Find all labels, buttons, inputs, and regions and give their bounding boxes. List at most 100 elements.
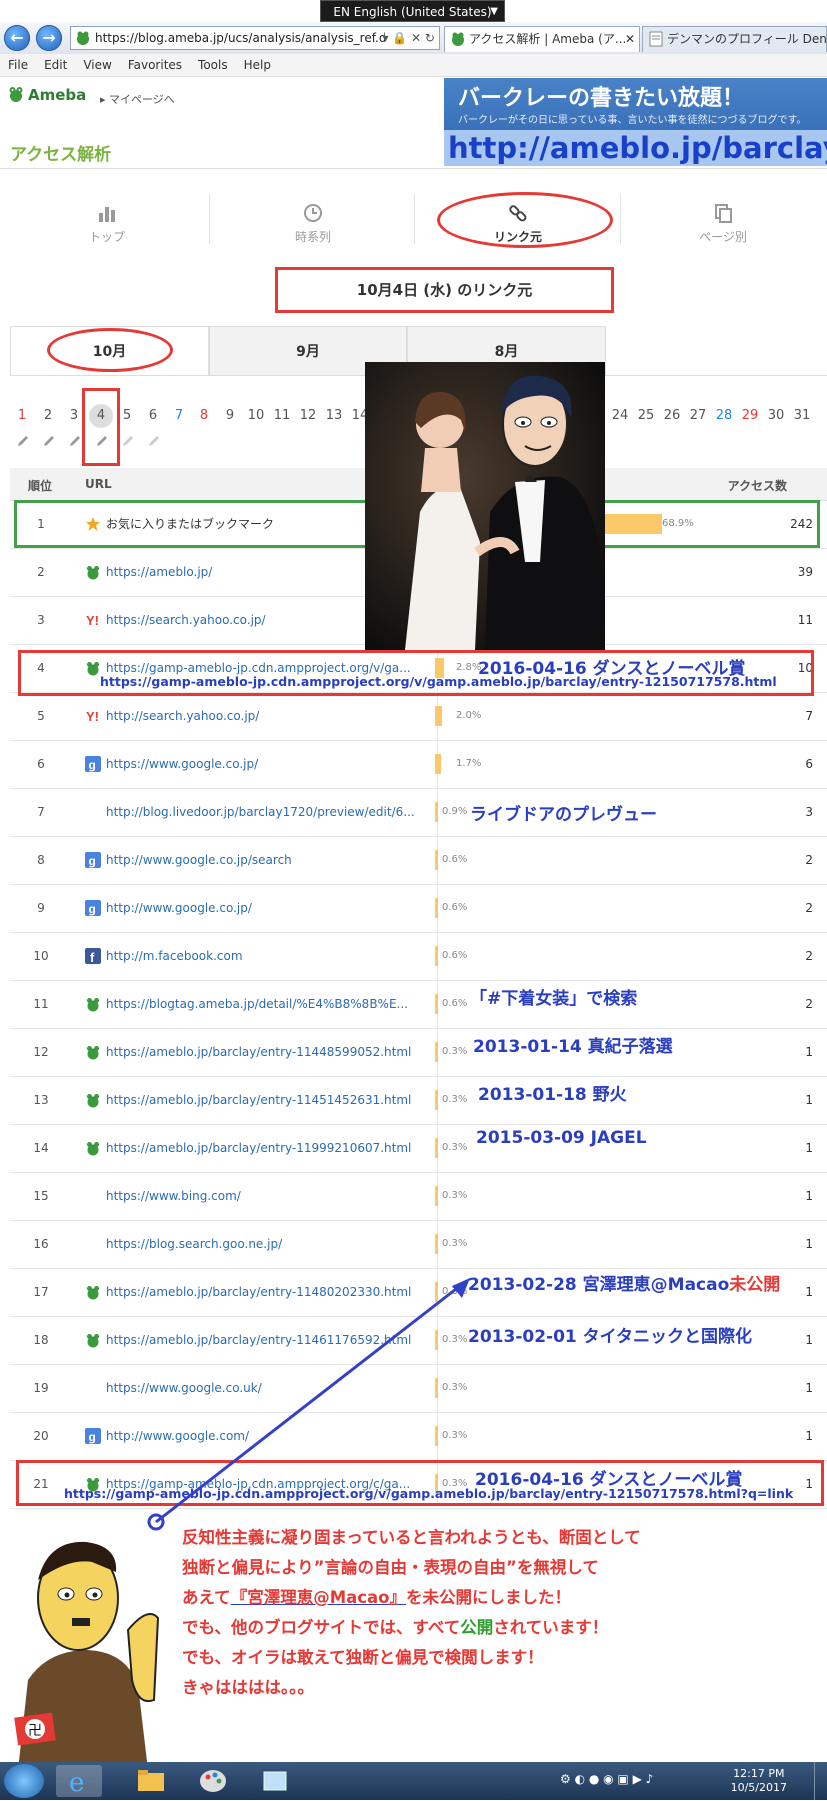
forward-button[interactable]: → (36, 25, 62, 51)
start-button[interactable] (4, 1764, 44, 1798)
row-count: 2 (805, 853, 813, 867)
window-taskbar-icon[interactable] (252, 1765, 298, 1797)
day-9[interactable]: 9 (218, 408, 242, 423)
dropdown-arrow-icon[interactable]: ▼ (490, 1, 498, 23)
table-row: 14 https://ameblo.jp/barclay/entry-119992… (10, 1124, 827, 1173)
address-url[interactable]: https://blog.ameba.jp/ucs/analysis/analy… (95, 27, 385, 49)
nav-top[interactable]: トップ (4, 198, 210, 246)
address-bar[interactable]: https://blog.ameba.jp/ucs/analysis/analy… (70, 26, 440, 50)
window-icon (263, 1771, 287, 1791)
nav-timeseries[interactable]: 時系列 (210, 198, 416, 246)
day-26[interactable]: 26 (660, 408, 684, 423)
menu-help[interactable]: Help (236, 54, 279, 76)
row-url[interactable]: https://ameblo.jp/barclay/entry-11999210… (106, 1124, 426, 1172)
nav-label: 時系列 (294, 230, 331, 244)
clock[interactable]: 12:17 PM 10/5/2017 (731, 1767, 787, 1795)
row-url[interactable]: http://search.yahoo.co.jp/ (106, 692, 426, 740)
mypage-label: マイページへ (109, 93, 175, 106)
table-row: 7 http://blog.livedoor.jp/barclay1720/pre… (10, 788, 827, 837)
day-11[interactable]: 11 (270, 408, 294, 423)
annotation-row17-unpublished: 未公開 (729, 1275, 781, 1295)
row-pct: 0.3% (442, 1046, 468, 1057)
day-24[interactable]: 24 (608, 408, 632, 423)
clock-date: 10/5/2017 (730, 1781, 787, 1794)
dance-photo (365, 362, 605, 650)
google-icon: g (85, 852, 101, 868)
row-bar (435, 898, 438, 918)
day-2[interactable]: 2 (36, 408, 60, 423)
day-1[interactable]: 1 (10, 408, 34, 423)
browser-tab[interactable]: デンマンのプロフィール Den... (642, 26, 827, 52)
annotation-row17-title: 2013-02-28 宮澤理恵@Macao (468, 1275, 730, 1295)
commentary-highlight: 『宮澤理恵@Macao』 (230, 1588, 406, 1607)
row-count: 1 (805, 1045, 813, 1059)
language-bar[interactable]: EN English (United States) ▼ (320, 0, 505, 22)
row-url[interactable]: http://www.google.co.jp/ (106, 884, 426, 932)
row-url[interactable]: http://blog.livedoor.jp/barclay1720/prev… (106, 788, 426, 836)
row-url[interactable]: https://www.bing.com/ (106, 1172, 426, 1220)
row-url[interactable]: http://www.google.co.jp/search (106, 836, 426, 884)
day-28[interactable]: 28 (712, 408, 736, 423)
day-25[interactable]: 25 (634, 408, 658, 423)
commentary-line: あえて『宮澤理恵@Macao』を未公開にしました！ (182, 1583, 641, 1613)
menu-tools[interactable]: Tools (190, 54, 236, 76)
explorer-taskbar-icon[interactable] (128, 1765, 174, 1797)
banner-url: http://ameblo.jp/barclay (444, 130, 827, 166)
row-url[interactable]: http://m.facebook.com (106, 932, 426, 980)
browser-tab-active[interactable]: アクセス解析 | Ameba (ア... ✕ (444, 26, 640, 52)
row-count: 6 (805, 757, 813, 771)
row-count: 1 (805, 1093, 813, 1107)
yahoo-icon: Y! (86, 613, 99, 628)
ie-taskbar-icon[interactable]: e (56, 1765, 102, 1798)
ameba-icon (87, 1334, 99, 1348)
day-6[interactable]: 6 (141, 408, 165, 423)
menu-file[interactable]: File (0, 54, 36, 76)
system-tray-icon[interactable]: ⚙ ◐ ● ◉ ▣ ▶ ♪ (560, 1772, 700, 1790)
row-rank: 19 (33, 1381, 49, 1395)
ameba-logo[interactable]: Ameba (8, 86, 86, 104)
day-31[interactable]: 31 (790, 408, 814, 423)
row-bar (435, 754, 441, 774)
header-url: URL (85, 477, 112, 491)
close-icon[interactable]: ✕ (625, 27, 635, 51)
nav-pages[interactable]: ページ別 (620, 198, 826, 246)
row-url[interactable]: https://blog.search.goo.ne.jp/ (106, 1220, 426, 1268)
row-bar (435, 1042, 438, 1062)
day-30[interactable]: 30 (764, 408, 788, 423)
row-url[interactable]: https://www.google.co.jp/ (106, 740, 426, 788)
browser-toolbar: ← → https://blog.ameba.jp/ucs/analysis/a… (0, 22, 827, 55)
day-29[interactable]: 29 (738, 408, 762, 423)
row-url[interactable]: https://blogtag.ameba.jp/detail/%E4%B8%8… (106, 980, 426, 1028)
row-url[interactable]: https://ameblo.jp/barclay/entry-11448599… (106, 1028, 426, 1076)
row-bar (435, 802, 438, 822)
paint-taskbar-icon[interactable] (190, 1765, 236, 1797)
table-row: 9 g http://www.google.co.jp/0.6% 2 (10, 884, 827, 933)
row-rank: 11 (33, 997, 49, 1011)
row-url[interactable]: https://ameblo.jp/barclay/entry-11451452… (106, 1076, 426, 1124)
day-27[interactable]: 27 (686, 408, 710, 423)
show-desktop-button[interactable] (814, 1762, 827, 1800)
nav-label: トップ (88, 230, 125, 244)
menu-favorites[interactable]: Favorites (120, 54, 190, 76)
row-count: 39 (797, 565, 813, 579)
day-7[interactable]: 7 (167, 408, 191, 423)
menu-view[interactable]: View (75, 54, 119, 76)
address-tools-icon[interactable]: ▾ 🔒 ✕ ↻ (382, 27, 435, 49)
day-10[interactable]: 10 (244, 408, 268, 423)
ameba-icon (87, 1046, 99, 1060)
language-label: EN English (United States) (333, 5, 492, 19)
row-pct: 0.3% (442, 1190, 468, 1201)
back-button[interactable]: ← (4, 25, 30, 51)
row-count: 1 (805, 1189, 813, 1203)
pages-icon (715, 204, 732, 223)
pencil-icon (123, 436, 133, 446)
table-row: 12 https://ameblo.jp/barclay/entry-114485… (10, 1028, 827, 1077)
day-12[interactable]: 12 (296, 408, 320, 423)
row-bar (435, 706, 442, 726)
day-8[interactable]: 8 (192, 408, 216, 423)
row-rank: 15 (33, 1189, 49, 1203)
row-rank: 13 (33, 1093, 49, 1107)
menu-edit[interactable]: Edit (36, 54, 75, 76)
mypage-link[interactable]: ▸ マイページへ (100, 91, 175, 107)
day-13[interactable]: 13 (322, 408, 346, 423)
